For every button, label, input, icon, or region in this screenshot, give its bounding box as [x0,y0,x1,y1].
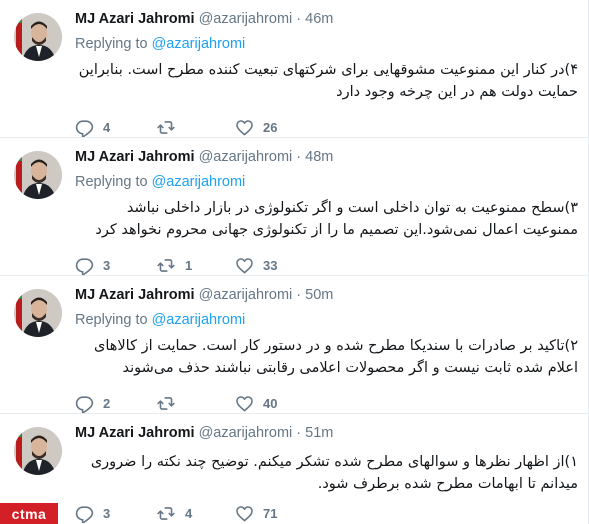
reply-icon [75,504,94,523]
timestamp[interactable]: 50m [305,287,333,303]
replying-mention[interactable]: @azarijahromi [152,312,246,328]
separator-dot: · [296,425,302,441]
reply-icon [75,118,94,137]
separator-dot: · [296,11,302,27]
reply-count: 2 [103,395,111,411]
reply-count: 3 [103,257,111,273]
replying-mention[interactable]: @azarijahromi [152,174,246,190]
retweet-button[interactable]: 4 [156,503,192,523]
tweet-header: MJ Azari Jahromi @azarijahromi · 46m [75,11,333,27]
display-name[interactable]: MJ Azari Jahromi [75,287,195,303]
user-handle[interactable]: @azarijahromi [199,149,293,165]
tweet-actions: 3 4 71 [75,503,335,523]
heart-icon [235,256,254,275]
like-button[interactable]: 33 [235,255,277,275]
tweet-feed: MJ Azari Jahromi @azarijahromi · 46m Rep… [0,0,589,524]
replying-label: Replying to [75,36,148,52]
separator-dot: · [296,287,302,303]
like-count: 40 [263,395,278,411]
tweet-text: ۴)در کنار این ممنوعیت مشوقهایی برای شرکت… [78,62,578,100]
retweet-icon [156,118,176,137]
tweet-text: ۱)از اظهار نظرها و سوالهای مطرح شده تشکر… [90,454,578,492]
reply-icon [75,394,94,413]
heart-icon [235,504,254,523]
reply-button[interactable]: 3 [75,255,110,275]
tweet-actions: 3 1 33 [75,255,335,275]
reply-count: 4 [103,119,111,135]
heart-icon [235,394,254,413]
avatar[interactable] [14,151,62,199]
like-count: 33 [263,257,278,273]
display-name[interactable]: MJ Azari Jahromi [75,11,195,27]
replying-to: Replying to @azarijahromi [75,312,245,328]
retweet-button[interactable]: 1 [156,255,192,275]
avatar[interactable] [14,289,62,337]
tweet-header: MJ Azari Jahromi @azarijahromi · 50m [75,287,333,303]
display-name[interactable]: MJ Azari Jahromi [75,149,195,165]
like-count: 71 [263,505,278,521]
like-button[interactable]: 71 [235,503,277,523]
user-handle[interactable]: @azarijahromi [199,425,293,441]
avatar[interactable] [14,427,62,475]
separator-dot: · [296,149,302,165]
tweet-actions: 4 26 [75,117,335,137]
retweet-icon [156,394,176,413]
tweet-header: MJ Azari Jahromi @azarijahromi · 51m [75,425,333,441]
retweet-count: 4 [185,505,193,521]
watermark-logo: ctma [0,503,58,524]
tweet-actions: 2 40 [75,393,335,413]
retweet-icon [156,256,176,275]
reply-button[interactable]: 4 [75,117,110,137]
tweet[interactable]: MJ Azari Jahromi @azarijahromi · 48m Rep… [0,138,588,276]
user-handle[interactable]: @azarijahromi [199,11,293,27]
display-name[interactable]: MJ Azari Jahromi [75,425,195,441]
timestamp[interactable]: 51m [305,425,333,441]
replying-mention[interactable]: @azarijahromi [152,36,246,52]
like-button[interactable]: 40 [235,393,277,413]
avatar[interactable] [14,13,62,61]
tweet-text: ۳)سطح ممنوعیت به توان داخلی است و اگر تک… [95,200,578,238]
like-button[interactable]: 26 [235,117,277,137]
timestamp[interactable]: 48m [305,149,333,165]
retweet-icon [156,504,176,523]
tweet-header: MJ Azari Jahromi @azarijahromi · 48m [75,149,333,165]
reply-button[interactable]: 2 [75,393,110,413]
user-handle[interactable]: @azarijahromi [199,287,293,303]
timestamp[interactable]: 46m [305,11,333,27]
tweet[interactable]: MJ Azari Jahromi @azarijahromi · 46m Rep… [0,0,588,138]
like-count: 26 [263,119,278,135]
retweet-count: 1 [185,257,193,273]
replying-to: Replying to @azarijahromi [75,36,245,52]
reply-count: 3 [103,505,111,521]
tweet[interactable]: MJ Azari Jahromi @azarijahromi · 50m Rep… [0,276,588,414]
retweet-button[interactable] [156,393,185,413]
retweet-button[interactable] [156,117,185,137]
replying-label: Replying to [75,312,148,328]
reply-button[interactable]: 3 [75,503,110,523]
reply-icon [75,256,94,275]
heart-icon [235,118,254,137]
replying-label: Replying to [75,174,148,190]
tweet-text: ۲)تاکید بر صادرات با سندیکا مطرح شده و د… [93,338,578,376]
replying-to: Replying to @azarijahromi [75,174,245,190]
tweet[interactable]: MJ Azari Jahromi @azarijahromi · 51m ۱)ا… [0,414,588,524]
